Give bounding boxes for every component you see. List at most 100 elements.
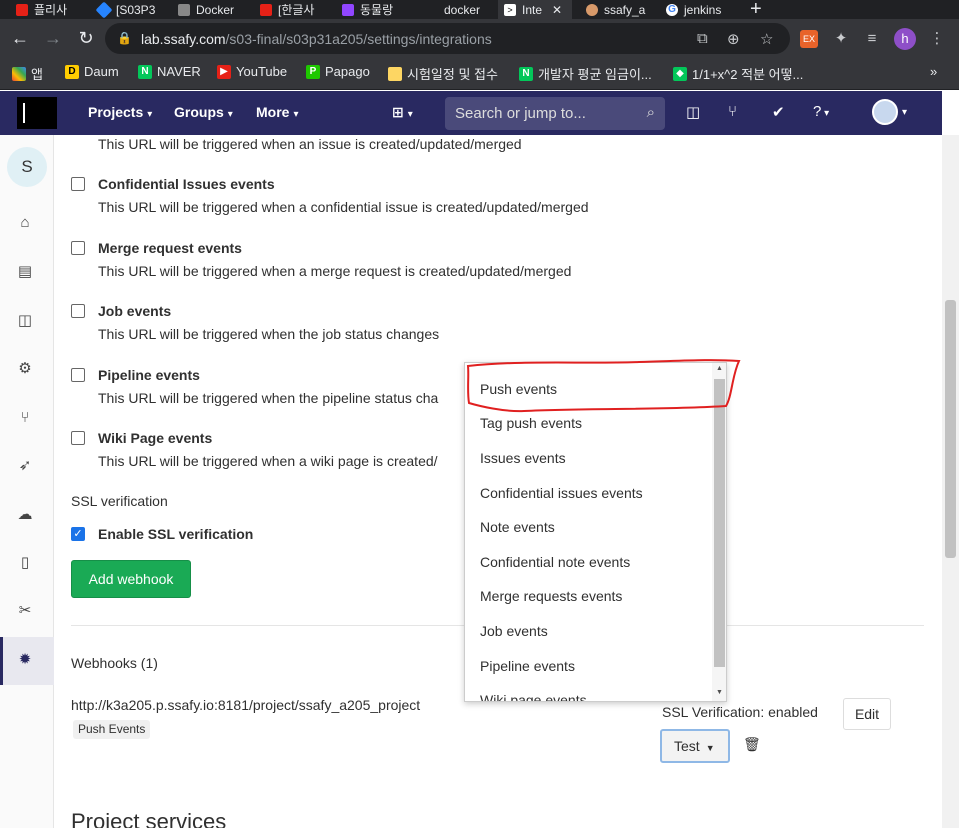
gitlab-navbar: Projects ▾ Groups ▾ More ▾ ⊞ ▾ Search or jum… [0, 91, 942, 135]
bookmark-exam-schedule[interactable]: 시험일정 및 접수 [388, 64, 498, 83]
caret-down-icon: ▼ [705, 743, 715, 753]
page-scrollbar[interactable] [942, 135, 959, 828]
webhook-url: http://k3a205.p.ssafy.io:8181/project/ss… [71, 697, 421, 713]
help-icon[interactable]: ? ▾ [813, 103, 829, 120]
repository-icon[interactable]: ▤ [15, 262, 35, 282]
more-bookmarks-button[interactable]: » [930, 64, 937, 79]
address-bar[interactable]: 🔒 lab.ssafy.com/s03-final/s03p31a205/set… [105, 23, 790, 54]
twitch-icon [342, 3, 354, 16]
pipeline-events-checkbox[interactable] [71, 368, 85, 382]
terminal-icon: > [504, 3, 516, 16]
profile-avatar[interactable]: h [894, 28, 916, 50]
test-webhook-button[interactable]: Test ▼ [660, 729, 730, 763]
chevron-down-icon: ▾ [407, 109, 413, 120]
browser-tab-active[interactable]: > Inte ✕ [498, 0, 572, 19]
extension-icon[interactable]: EX [800, 30, 818, 48]
bookmark-papago[interactable]: P Papago [306, 64, 370, 79]
bookmark-youtube[interactable]: ▶ YouTube [217, 64, 287, 79]
zoom-icon[interactable]: ⊕ [727, 30, 740, 48]
rocket-icon[interactable]: ➶ [15, 456, 35, 476]
edit-webhook-button[interactable]: Edit [843, 698, 891, 730]
docker-doc-icon [178, 3, 190, 16]
bookmark-integral[interactable]: ◆ 1/1+x^2 적분 어떻... [673, 64, 803, 83]
merge-request-icon[interactable]: ⑂ [728, 103, 737, 120]
youtube-icon [16, 3, 28, 16]
browser-tab[interactable]: docker [418, 0, 496, 19]
wiki-book-icon[interactable]: ▯ [15, 553, 35, 573]
snippets-scissors-icon[interactable]: ✂ [15, 601, 35, 621]
plus-square-icon: ⊞ [392, 104, 404, 120]
settings-gear-icon[interactable]: ✹ [15, 650, 35, 670]
reload-button[interactable]: ↻ [75, 27, 97, 49]
search-icon: ⌕ [646, 104, 655, 121]
browser-tab[interactable]: [한글사 [254, 0, 332, 19]
dropdown-scrollbar-thumb[interactable] [714, 379, 725, 667]
merge-request-checkbox[interactable] [71, 241, 85, 255]
back-button[interactable]: ← [9, 27, 31, 49]
browser-tab[interactable]: 동물랑 [336, 0, 414, 19]
chevron-down-icon: ▾ [293, 109, 299, 120]
webhooks-title: Webhooks (1) [71, 655, 158, 671]
translate-icon[interactable]: ⧉ [697, 30, 708, 47]
new-tab-button[interactable]: + [750, 0, 762, 21]
groups-menu[interactable]: Groups ▾ [174, 104, 233, 120]
bookmark-apps[interactable]: 앱 [12, 64, 43, 83]
dropdown-item-confidential-note-events[interactable]: Confidential note events [480, 554, 630, 570]
new-item-button[interactable]: ⊞ ▾ [392, 104, 413, 121]
youtube-icon: ▶ [217, 64, 231, 79]
issues-icon[interactable]: ◫ [15, 311, 35, 331]
google-icon: G [666, 3, 678, 16]
forward-button[interactable]: → [42, 27, 64, 49]
ssl-status: SSL Verification: enabled [662, 704, 818, 720]
ssafy-logo[interactable] [17, 97, 57, 129]
search-input[interactable]: Search or jump to... ⌕ [445, 97, 665, 130]
chevron-down-icon: ▾ [147, 109, 153, 120]
browser-tab[interactable]: G jenkins [660, 0, 738, 19]
dropdown-item-note-events[interactable]: Note events [480, 519, 555, 535]
apps-grid-icon [12, 66, 26, 81]
project-avatar[interactable]: S [7, 147, 47, 187]
bookmark-star-icon[interactable]: ☆ [760, 30, 773, 48]
chrome-menu-icon[interactable]: ⋮ [928, 30, 946, 48]
jenkins-icon [586, 3, 598, 16]
dropdown-item-confidential-issues-events[interactable]: Confidential issues events [480, 485, 643, 501]
home-icon[interactable]: ⌂ [15, 213, 35, 233]
dropdown-item-wiki-page-events[interactable]: Wiki page events [480, 692, 587, 701]
issues-icon[interactable]: ◫ [686, 103, 700, 121]
page-scrollbar-thumb[interactable] [945, 300, 956, 558]
dropdown-item-issues-events[interactable]: Issues events [480, 450, 566, 466]
browser-tab[interactable]: ssafy_a [580, 0, 658, 19]
scroll-down-arrow-icon[interactable]: ▼ [716, 689, 723, 696]
wiki-page-events-checkbox[interactable] [71, 431, 85, 445]
bookmark-daum[interactable]: D Daum [65, 64, 119, 79]
browser-tab[interactable]: [S03P3 [92, 0, 170, 19]
more-menu[interactable]: More ▾ [256, 104, 298, 120]
webhook-event-badge: Push Events [73, 720, 151, 739]
extensions-puzzle-icon[interactable]: ✦ [832, 30, 850, 48]
add-webhook-button[interactable]: Add webhook [71, 560, 191, 598]
confidential-issues-checkbox[interactable] [71, 177, 85, 191]
requirements-icon[interactable]: ⚙ [15, 359, 35, 379]
close-icon[interactable]: ✕ [552, 3, 562, 17]
browser-tab[interactable]: 플리사 [10, 0, 90, 19]
dropdown-item-pipeline-events[interactable]: Pipeline events [480, 658, 575, 674]
media-control-icon[interactable]: ≡ [863, 30, 881, 48]
url-path: /s03-final/s03p31a205/settings/integrati… [225, 31, 492, 47]
todo-icon[interactable]: ✔ [772, 103, 785, 121]
operations-icon[interactable]: ☁ [15, 505, 35, 525]
bookmarks-bar: 앱 D Daum N NAVER ▶ YouTube P Papago 시험일정… [0, 58, 978, 90]
chevron-down-icon[interactable]: ▾ [902, 107, 907, 118]
dropdown-item-merge-requests-events[interactable]: Merge requests events [480, 588, 622, 604]
browser-tab[interactable]: Docker [172, 0, 250, 19]
job-events-checkbox[interactable] [71, 304, 85, 318]
youtube-icon [260, 3, 272, 16]
url-host: lab.ssafy.com [141, 31, 226, 47]
user-avatar[interactable] [872, 99, 898, 125]
dropdown-item-job-events[interactable]: Job events [480, 623, 548, 639]
delete-webhook-trash-icon[interactable]: 🗑 [743, 736, 761, 753]
bookmark-naver[interactable]: N NAVER [138, 64, 201, 79]
merge-request-icon[interactable]: ⑂ [15, 408, 35, 428]
projects-menu[interactable]: Projects ▾ [88, 104, 152, 120]
enable-ssl-checkbox[interactable]: ✓ [71, 527, 85, 541]
bookmark-developer-salary[interactable]: N 개발자 평균 임금이... [519, 64, 652, 83]
